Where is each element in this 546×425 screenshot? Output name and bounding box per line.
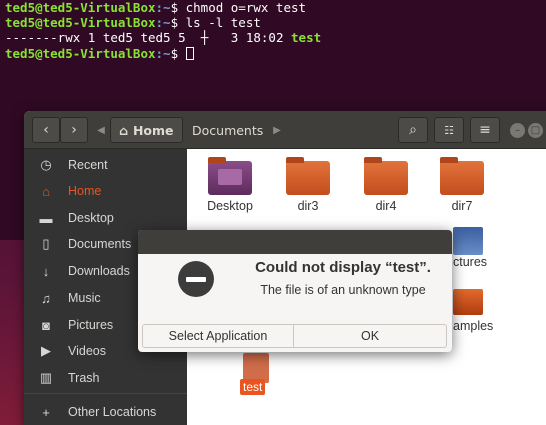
hamburger-menu-icon: ≡ bbox=[479, 122, 491, 138]
sidebar-item-home[interactable]: ⌂ Home bbox=[24, 178, 187, 204]
folder-icon bbox=[440, 157, 484, 195]
folder-icon bbox=[286, 157, 330, 195]
sidebar-item-label: Home bbox=[68, 184, 102, 198]
sidebar-item-label: Trash bbox=[68, 371, 100, 385]
prompt-path: :~ bbox=[155, 45, 171, 61]
view-toggle-icon: ☷ bbox=[444, 123, 454, 137]
terminal-command: $ ls -l test bbox=[170, 15, 261, 31]
select-application-button[interactable]: Select Application bbox=[142, 324, 294, 348]
terminal-output-line: -------rwx 1 ted5 ted5 5 ┼ 3 18:02 test bbox=[5, 30, 546, 45]
back-button[interactable]: ‹ bbox=[32, 117, 60, 143]
pictures-folder-icon[interactable] bbox=[453, 227, 483, 255]
prompt-user: ted5@ted5-VirtualBox bbox=[5, 0, 156, 15]
breadcrumb-documents-label: Documents bbox=[192, 122, 264, 138]
home-icon: ⌂ bbox=[119, 122, 128, 138]
error-dialog: Could not display “test”. The file is of… bbox=[138, 230, 452, 352]
prompt-user: ted5@ted5-VirtualBox bbox=[5, 15, 156, 31]
maximize-button[interactable]: □ bbox=[528, 123, 543, 138]
trash-icon: ▥ bbox=[39, 370, 53, 385]
folder-icon: ▬ bbox=[39, 210, 53, 226]
sidebar-item-desktop[interactable]: ▬ Desktop bbox=[24, 205, 187, 231]
terminal-line: ted5@ted5-VirtualBox:~$ chmod o=rwx test bbox=[5, 0, 546, 15]
file-tile-label: Desktop bbox=[207, 199, 253, 213]
file-tile-dir7[interactable]: dir7 bbox=[427, 157, 497, 213]
sidebar-item-label: Pictures bbox=[68, 318, 114, 332]
dialog-title: Could not display “test”. bbox=[255, 259, 431, 276]
dialog-titlebar[interactable] bbox=[138, 230, 452, 254]
minimize-icon: – bbox=[515, 125, 520, 136]
header-bar: ‹ › ◀ ⌂ Home Documents ▶ ⌕ ☷ ≡ – □ bbox=[24, 111, 546, 149]
ok-button[interactable]: OK bbox=[294, 324, 447, 348]
sidebar-divider bbox=[24, 393, 187, 394]
prompt-user: ted5@ted5-VirtualBox bbox=[5, 45, 156, 61]
menu-button[interactable]: ≡ bbox=[470, 117, 500, 143]
terminal-output-tail: 3 18:02 bbox=[208, 30, 292, 46]
breadcrumb-home-label: Home bbox=[132, 122, 174, 138]
sidebar-item-label: Desktop bbox=[68, 211, 114, 225]
file-tile-desktop[interactable]: Desktop bbox=[195, 157, 265, 213]
file-tile-label: dir4 bbox=[375, 199, 397, 213]
sidebar-item-recent[interactable]: ◷ Recent bbox=[24, 152, 187, 178]
dialog-message: The file is of an unknown type bbox=[260, 283, 426, 297]
document-icon: ▯ bbox=[42, 236, 50, 251]
video-icon: ▶ bbox=[41, 343, 51, 358]
download-icon: ↓ bbox=[42, 263, 50, 279]
chevron-right-icon: › bbox=[71, 122, 77, 138]
maximize-icon: □ bbox=[530, 125, 541, 136]
camera-icon: ◙ bbox=[42, 317, 50, 333]
terminal-output: -------rwx 1 ted5 ted5 5 bbox=[5, 30, 186, 46]
file-tile-dir3[interactable]: dir3 bbox=[273, 157, 343, 213]
sidebar-item-label: Music bbox=[68, 291, 101, 305]
crumb-left-arrow-icon[interactable]: ◀ bbox=[94, 117, 108, 143]
plus-icon: + bbox=[42, 404, 50, 420]
prompt-path: :~ bbox=[155, 0, 171, 15]
sidebar-item-label: Downloads bbox=[68, 264, 130, 278]
file-tile-label: dir7 bbox=[451, 199, 473, 213]
minimize-button[interactable]: – bbox=[510, 123, 525, 138]
desktop-folder-icon bbox=[208, 157, 252, 195]
file-tile-dir4[interactable]: dir4 bbox=[351, 157, 421, 213]
sidebar-item-trash[interactable]: ▥ Trash bbox=[24, 365, 187, 391]
sidebar-item-label: Recent bbox=[68, 158, 108, 172]
examples-folder-icon[interactable] bbox=[453, 289, 483, 315]
file-tile-examples-label[interactable]: amples bbox=[453, 319, 493, 333]
breadcrumb-documents[interactable]: Documents bbox=[184, 117, 271, 143]
sidebar-item-other-locations[interactable]: + Other Locations bbox=[24, 399, 187, 425]
error-minus-icon bbox=[178, 261, 214, 297]
view-toggle-button[interactable]: ☷ bbox=[434, 117, 464, 143]
crumb-right-arrow-icon[interactable]: ▶ bbox=[270, 117, 284, 143]
sidebar-item-label: Other Locations bbox=[68, 405, 157, 419]
terminal-file-name: test bbox=[291, 30, 322, 46]
file-tile-pictures-label[interactable]: ctures bbox=[453, 255, 487, 269]
folder-icon bbox=[364, 157, 408, 195]
file-tile-test-label[interactable]: test bbox=[240, 379, 266, 395]
sidebar-item-label: Documents bbox=[68, 237, 132, 251]
chevron-left-icon: ‹ bbox=[43, 122, 49, 138]
terminal-line: ted5@ted5-VirtualBox:~$ ls -l test bbox=[5, 15, 546, 30]
terminal-command: $ bbox=[170, 45, 186, 61]
terminal-command: $ chmod o=rwx test bbox=[170, 0, 307, 15]
terminal-line: ted5@ted5-VirtualBox:~$ bbox=[5, 46, 546, 61]
breadcrumb-home[interactable]: ⌂ Home bbox=[110, 117, 183, 143]
home-icon: ⌂ bbox=[42, 183, 50, 199]
music-icon: ♫ bbox=[41, 290, 51, 306]
prompt-path: :~ bbox=[155, 15, 171, 31]
forward-button[interactable]: › bbox=[60, 117, 88, 143]
search-icon: ⌕ bbox=[409, 122, 417, 138]
sidebar-item-label: Videos bbox=[68, 344, 106, 358]
text-cursor-icon bbox=[185, 46, 194, 60]
file-tile-label: dir3 bbox=[297, 199, 319, 213]
search-button[interactable]: ⌕ bbox=[398, 117, 428, 143]
mouse-cursor-icon bbox=[186, 30, 201, 45]
clock-icon: ◷ bbox=[40, 157, 52, 172]
